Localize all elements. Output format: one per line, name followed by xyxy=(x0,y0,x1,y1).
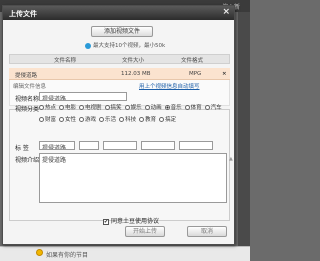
scroll-up-icon[interactable]: ▲ xyxy=(229,156,235,162)
category-option[interactable]: 财富 xyxy=(39,115,56,123)
category-option-label: 财富 xyxy=(45,117,57,123)
smiley-icon xyxy=(36,249,43,256)
video-name-field[interactable]: 提侵道路 xyxy=(39,92,127,101)
dialog-title: 上传文件 xyxy=(9,10,37,18)
radio-button[interactable] xyxy=(124,105,130,110)
category-option[interactable]: 科技 xyxy=(119,115,136,123)
agree-checkbox[interactable]: ✔ xyxy=(103,218,109,225)
radio-button[interactable] xyxy=(39,117,44,122)
video-intro-label: 视频介绍 xyxy=(15,157,40,164)
category-option[interactable]: 游戏 xyxy=(79,115,96,123)
tag-field-1[interactable]: 提侵道路 xyxy=(39,141,75,150)
category-option[interactable]: 体育 xyxy=(184,103,202,111)
category-option[interactable]: 音乐 xyxy=(164,103,182,111)
category-option-label: 乐活 xyxy=(105,117,117,123)
category-option-label: 汽车 xyxy=(210,105,222,111)
category-option-label: 电影 xyxy=(65,105,77,111)
category-option-label: 动画 xyxy=(150,105,162,111)
column-file-name: 文件名称 xyxy=(54,58,77,64)
agree-row[interactable]: ✔ 同意土豆使用协议 xyxy=(103,216,159,225)
category-option[interactable]: 电影 xyxy=(59,103,76,111)
category-radio-group: 热点 电影 电视剧 搞笑 娱乐 动画 音乐 体育 汽车财富 女性 游戏 乐活 科技 教育 搞定 xyxy=(39,103,229,127)
video-category-label: 视频分类 xyxy=(15,106,40,113)
category-option-label: 音乐 xyxy=(170,105,182,111)
radio-button[interactable] xyxy=(79,117,85,122)
video-intro-textarea[interactable]: 提侵道路 xyxy=(39,153,227,203)
tag-field-5[interactable] xyxy=(179,141,213,150)
column-file-format: 文件格式 xyxy=(181,58,204,64)
category-option-label: 搞笑 xyxy=(110,105,122,111)
category-option-label: 科技 xyxy=(125,117,137,123)
radio-button[interactable] xyxy=(59,117,65,122)
tag-field-2[interactable] xyxy=(79,141,99,150)
upload-limit-note: 最大支持10个视频，最小50k xyxy=(85,41,165,49)
radio-button[interactable] xyxy=(39,105,44,110)
radio-button[interactable] xyxy=(204,105,210,110)
start-upload-button[interactable]: 开始上传 xyxy=(125,226,165,237)
category-option[interactable]: 乐活 xyxy=(99,115,116,123)
file-name-cell: 提侵道路 xyxy=(15,73,38,79)
category-option[interactable]: 搞定 xyxy=(159,115,176,123)
category-option[interactable]: 教育 xyxy=(139,115,156,123)
radio-button[interactable] xyxy=(139,117,145,122)
radio-button[interactable] xyxy=(79,105,85,110)
radio-button[interactable] xyxy=(99,117,105,122)
close-icon[interactable]: × xyxy=(222,7,230,18)
radio-button[interactable] xyxy=(164,105,170,110)
tag-field-4[interactable] xyxy=(141,141,175,150)
category-option[interactable]: 汽车 xyxy=(204,103,222,111)
category-option-label: 游戏 xyxy=(85,117,97,123)
column-file-size: 文件大小 xyxy=(122,58,145,64)
radio-button[interactable] xyxy=(104,105,110,110)
category-option-label: 女性 xyxy=(65,117,77,123)
add-video-button[interactable]: 添加视频文件 xyxy=(91,26,153,37)
file-format-cell: MPG xyxy=(189,71,202,77)
file-table-header: 文件名称 文件大小 文件格式 xyxy=(9,54,230,64)
video-name-label: 视频名称 xyxy=(15,96,40,103)
category-option-label: 娱乐 xyxy=(130,105,142,111)
tags-label: 标 签 xyxy=(15,145,29,152)
category-option[interactable]: 动画 xyxy=(144,103,162,111)
category-option-label: 教育 xyxy=(145,117,157,123)
radio-button[interactable] xyxy=(119,117,125,122)
radio-button[interactable] xyxy=(144,105,150,110)
tag-field-3[interactable] xyxy=(103,141,137,150)
radio-button[interactable] xyxy=(59,105,65,110)
edit-section-title: 编辑文件信息 xyxy=(13,84,47,90)
category-option-label: 搞定 xyxy=(165,117,177,123)
file-size-cell: 112.03 MB xyxy=(121,71,151,77)
radio-button[interactable] xyxy=(159,117,165,122)
background-page-edge xyxy=(238,12,250,261)
category-option[interactable]: 电视剧 xyxy=(79,103,102,111)
remove-file-icon[interactable]: × xyxy=(222,71,227,77)
category-option-label: 热点 xyxy=(45,105,57,111)
category-option-label: 体育 xyxy=(190,105,202,111)
category-option[interactable]: 娱乐 xyxy=(124,103,142,111)
info-icon xyxy=(85,42,91,49)
background-bottom-text: 如果有你的节目 xyxy=(46,252,89,259)
dialog-titlebar[interactable]: 上传文件 × xyxy=(3,6,234,20)
cancel-button[interactable]: 取消 xyxy=(187,226,227,237)
table-row[interactable]: 提侵道路 112.03 MB MPG × xyxy=(9,68,230,80)
upload-dialog: 上传文件 × 添加视频文件 最大支持10个视频，最小50k 文件名称 文件大小 … xyxy=(2,5,235,245)
category-option[interactable]: 女性 xyxy=(59,115,76,123)
category-option-label: 电视剧 xyxy=(85,105,102,111)
agree-text: 同意土豆使用协议 xyxy=(111,218,160,225)
limit-text: 最大支持10个视频，最小50k xyxy=(93,43,166,49)
radio-button[interactable] xyxy=(184,105,190,110)
autofill-link[interactable]: 用上个视频信息自动填写 xyxy=(139,82,200,90)
category-option[interactable]: 搞笑 xyxy=(104,103,122,111)
category-option[interactable]: 热点 xyxy=(39,103,56,111)
